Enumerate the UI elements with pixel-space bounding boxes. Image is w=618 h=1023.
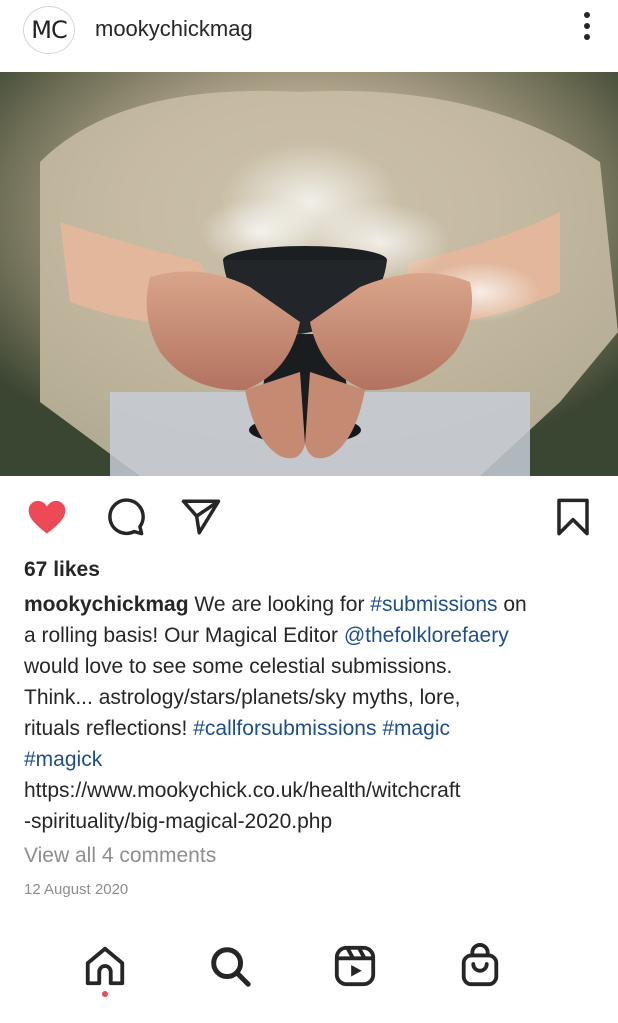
- caption-text: would love to see some celestial submiss…: [24, 655, 453, 678]
- bookmark-icon[interactable]: [552, 496, 594, 538]
- caption-username[interactable]: mookychickmag: [24, 593, 189, 616]
- reels-icon[interactable]: [332, 943, 378, 989]
- avatar-text: MC: [31, 16, 67, 44]
- view-comments-link[interactable]: View all 4 comments: [24, 844, 216, 868]
- hashtag-link[interactable]: #magic: [382, 717, 450, 740]
- caption-text: We are looking for: [188, 593, 371, 616]
- comment-bubble-icon[interactable]: [104, 496, 146, 538]
- heart-filled-icon[interactable]: [26, 496, 68, 538]
- shop-bag-icon[interactable]: [457, 943, 503, 989]
- bottom-navigation: [0, 935, 618, 1023]
- avatar[interactable]: MC: [23, 6, 75, 54]
- caption-text: a rolling basis! Our Magical Editor: [24, 624, 344, 647]
- caption-url: https://www.mookychick.co.uk/health/witc…: [24, 779, 461, 802]
- post-header: MC mookychickmag: [0, 0, 618, 72]
- caption-url: -spirituality/big-magical-2020.php: [24, 810, 333, 833]
- mention-link[interactable]: @thefolklorefaery: [344, 624, 509, 647]
- home-icon[interactable]: [82, 943, 128, 989]
- active-tab-indicator: [102, 991, 108, 997]
- more-vertical-icon[interactable]: [580, 12, 594, 46]
- caption-text: rituals reflections!: [24, 717, 194, 740]
- post-caption: mookychickmag We are looking for #submis…: [24, 589, 604, 837]
- post-date: 12 August 2020: [24, 881, 129, 898]
- caption-text: Think... astrology/stars/planets/sky myt…: [24, 686, 461, 709]
- post-username[interactable]: mookychickmag: [95, 16, 253, 42]
- caption-text: on: [497, 593, 527, 616]
- post-image[interactable]: [0, 72, 618, 476]
- hashtag-link[interactable]: #callforsubmissions: [193, 717, 376, 740]
- hashtag-link[interactable]: #magick: [24, 748, 102, 771]
- search-icon[interactable]: [207, 943, 253, 989]
- action-bar: [0, 478, 618, 556]
- paper-plane-icon[interactable]: [180, 496, 222, 538]
- hashtag-link[interactable]: #submissions: [370, 593, 497, 616]
- post-photo-illustration: [0, 72, 618, 476]
- likes-count[interactable]: 67 likes: [24, 558, 100, 582]
